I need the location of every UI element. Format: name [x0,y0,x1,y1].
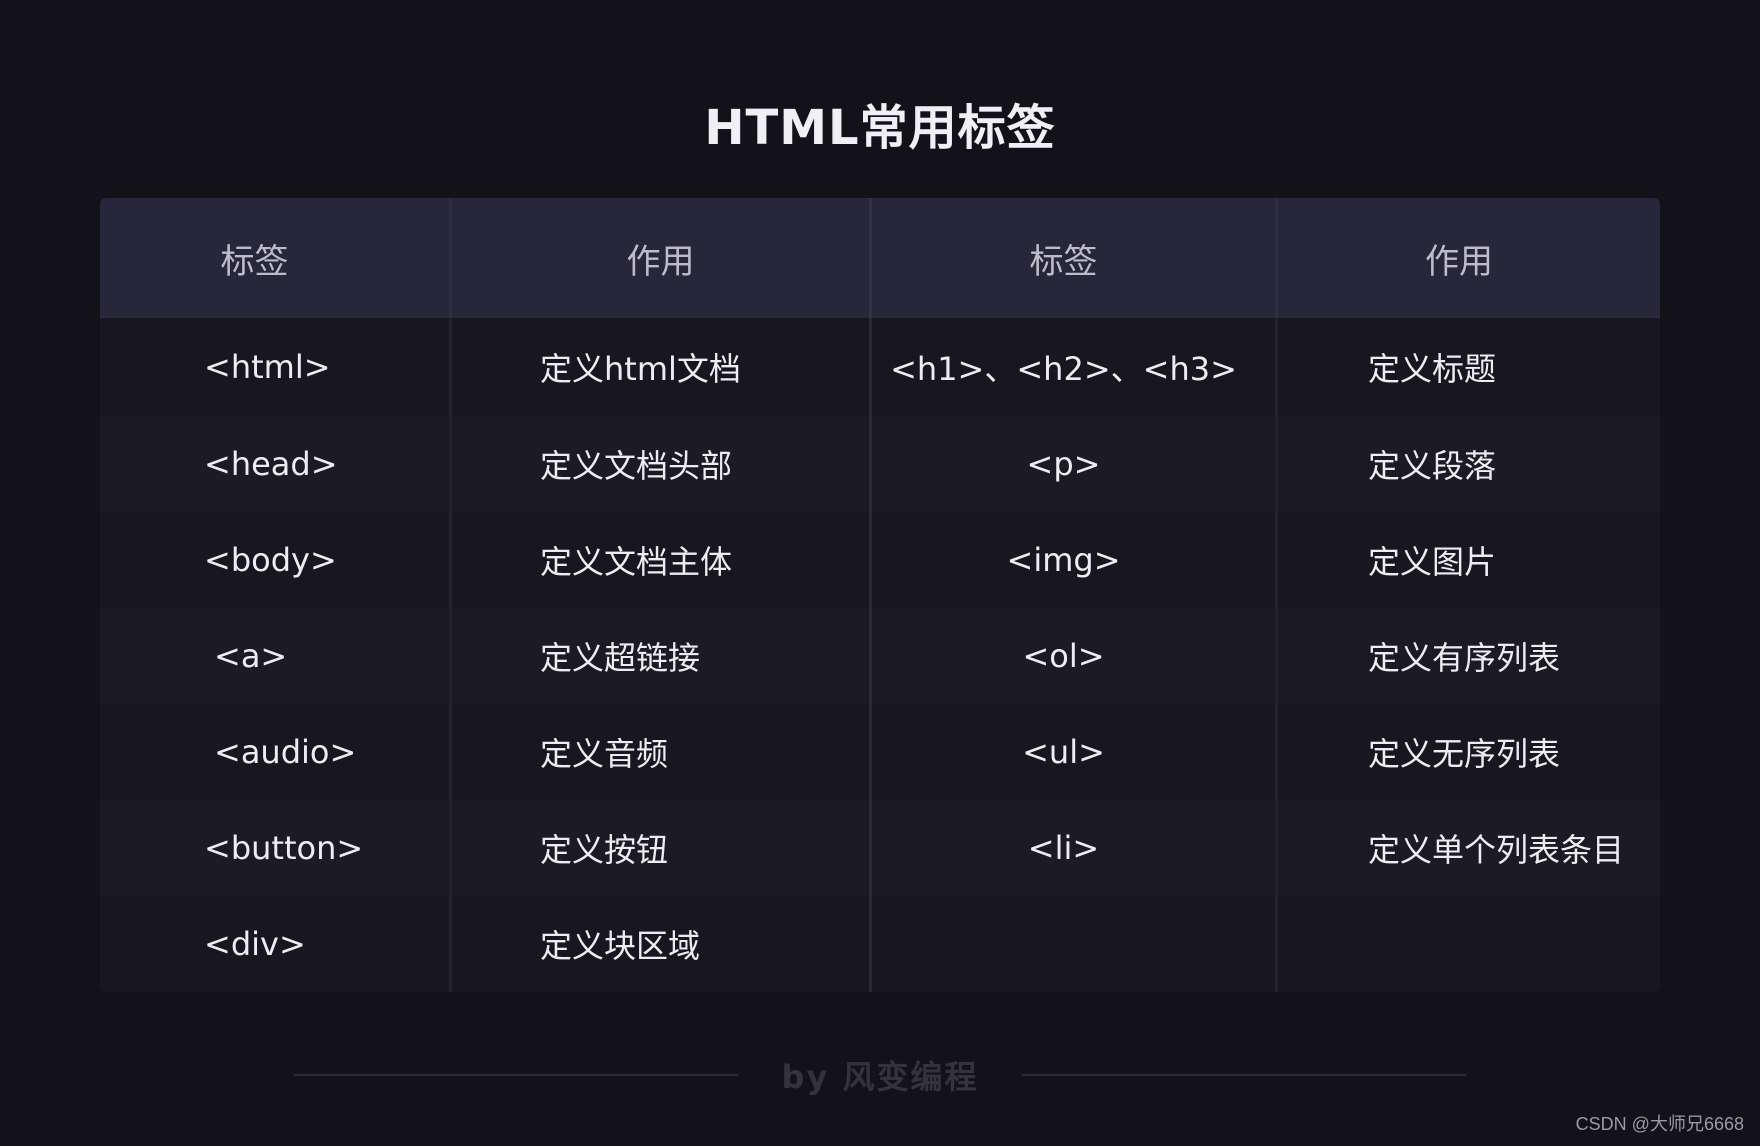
footer-credit: by 风变编程 [781,1058,979,1096]
tag-cell: <audio> [100,704,452,800]
page-title: HTML常用标签 [704,100,1056,156]
description-cell: 定义无序列表 [1368,735,1561,773]
tag-cell: <body> [100,512,452,608]
html-tags-table: 标签 作用 标签 作用 <html> 定义html文档 <h1>、<h2>、<h… [100,198,1660,992]
tag-cell: <a> [100,608,452,704]
tag-cell: <h1>、<h2>、<h3> [872,318,1278,416]
description-cell: 定义段落 [1368,447,1497,485]
description-cell: 定义音频 [452,704,872,800]
header-purpose-label-2: 作用 [1425,241,1493,282]
description-cell: 定义块区域 [452,896,872,992]
tag-cell: <img> [872,512,1278,608]
table-row: <body> 定义文档主体 <img> 定义图片 [100,512,1660,608]
tag-cell [872,896,1278,992]
table-row: <div> 定义块区域 [100,896,1660,992]
table-row: <head> 定义文档头部 <p> 定义段落 [100,416,1660,512]
tag-cell: <ul> [872,704,1278,800]
footer: by 风变编程 [0,1052,1760,1102]
description-cell [1278,896,1660,992]
description-cell: 定义按钮 [452,800,872,896]
tag-cell: <html> [100,318,452,416]
header-purpose-label-1: 作用 [452,198,872,318]
table-header-row: 标签 作用 标签 作用 [100,198,1660,318]
description-cell: 定义图片 [1368,543,1497,581]
table-row: <button> 定义按钮 <li> 定义单个列表条目 [100,800,1660,896]
description-cell: 定义html文档 [452,318,872,416]
description-cell: 定义有序列表 [1368,639,1561,677]
table-row: <html> 定义html文档 <h1>、<h2>、<h3> 定义标题 [100,318,1660,416]
description-cell: 定义文档主体 [452,512,872,608]
description-cell: 定义标题 [1368,350,1497,388]
header-tag-label-2: 标签 [872,198,1278,318]
description-cell: 定义文档头部 [452,416,872,512]
header-tag-label-1: 标签 [100,198,452,318]
tag-cell: <button> [100,800,452,896]
tag-cell: <ol> [872,608,1278,704]
footer-divider-right [1022,1074,1466,1076]
tag-cell: <li> [872,800,1278,896]
table-row: <audio> 定义音频 <ul> 定义无序列表 [100,704,1660,800]
watermark: CSDN @大师兄6668 [1575,1114,1744,1134]
tag-cell: <p> [872,416,1278,512]
tag-cell: <div> [100,896,452,992]
tag-cell: <head> [100,416,452,512]
description-cell: 定义超链接 [452,608,872,704]
description-cell: 定义单个列表条目 [1368,831,1625,869]
table-row: <a> 定义超链接 <ol> 定义有序列表 [100,608,1660,704]
